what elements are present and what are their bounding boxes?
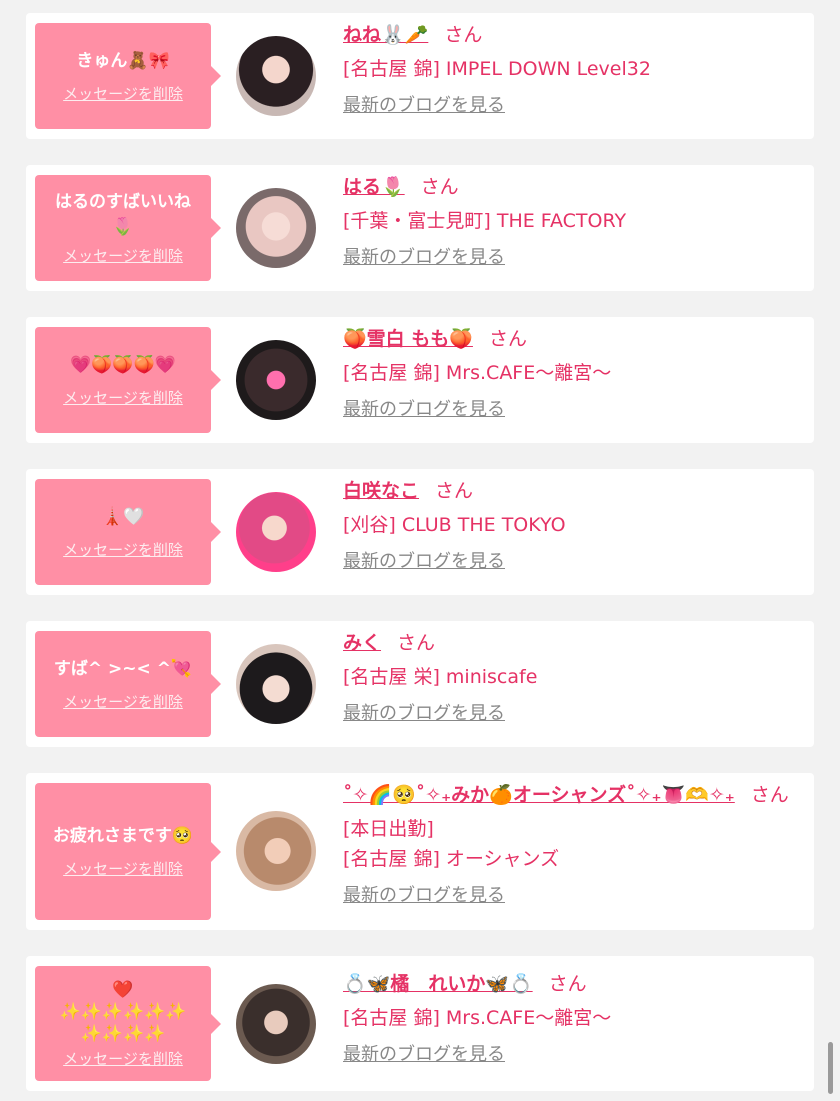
sender-info: ˚✧🌈🥺˚✧₊みか🍊オーシャンズ˚✧₊👅🫶✧₊ さん [本日出勤] [名古屋 錦]… [343,781,804,909]
sender-name-link[interactable]: ねね🐰🥕 [343,24,428,46]
shop-label: [名古屋 錦] Mrs.CAFE〜離宮〜 [343,362,612,384]
sender-info: 💍🦋橘 れいか🦋💍 さん [名古屋 錦] Mrs.CAFE〜離宮〜 最新のブログを… [343,970,804,1068]
avatar[interactable] [236,36,316,116]
latest-blog-link[interactable]: 最新のブログを見る [343,245,505,271]
delete-message-link[interactable]: メッセージを削除 [63,540,183,560]
message-text: きゅん🧸🎀 [76,50,170,71]
message-bubble: きゅん🧸🎀 メッセージを削除 [35,23,221,129]
sender-name-link[interactable]: ˚✧🌈🥺˚✧₊みか🍊オーシャンズ˚✧₊👅🫶✧₊ [343,784,735,806]
delete-message-link[interactable]: メッセージを削除 [63,859,183,879]
sender-info: みく さん [名古屋 栄] miniscafe 最新のブログを見る [343,629,804,727]
honorific: さん [420,176,459,198]
message-bubble: すば^ >~< ^💘 メッセージを削除 [35,631,221,737]
latest-blog-link[interactable]: 最新のブログを見る [343,701,505,727]
latest-blog-link[interactable]: 最新のブログを見る [343,883,505,909]
sender-name-link[interactable]: 💍🦋橘 れいか🦋💍 [343,973,533,995]
sender-info: ねね🐰🥕 さん [名古屋 錦] IMPEL DOWN Level32 最新のブログ… [343,21,804,119]
honorific: さん [750,784,789,806]
sender-info: 白咲なこ さん [刈谷] CLUB THE TOKYO 最新のブログを見る [343,477,804,575]
delete-message-link[interactable]: メッセージを削除 [63,1049,183,1069]
shop-label: [名古屋 錦] オーシャンズ [343,848,560,870]
sender-name-link[interactable]: 白咲なこ [343,480,419,502]
sender-info: 🍑雪白 もも🍑 さん [名古屋 錦] Mrs.CAFE〜離宮〜 最新のブログを見る [343,325,804,423]
status-label: [本日出勤] [343,818,434,840]
latest-blog-link[interactable]: 最新のブログを見る [343,93,505,119]
honorific: さん [444,24,483,46]
message-card: すば^ >~< ^💘 メッセージを削除 みく さん [名古屋 栄] minisca… [26,621,814,747]
shop-label: [千葉・富士見町] THE FACTORY [343,210,627,232]
message-bubble: ❤️ ✨✨✨✨✨✨ ✨✨✨✨ メッセージを削除 [35,966,221,1081]
honorific: さん [548,973,587,995]
shop-label: [刈谷] CLUB THE TOKYO [343,514,566,536]
message-text: 🗼🤍 [101,506,145,527]
message-bubble: 🗼🤍 メッセージを削除 [35,479,221,585]
latest-blog-link[interactable]: 最新のブログを見る [343,1042,505,1068]
shop-label: [名古屋 錦] Mrs.CAFE〜離宮〜 [343,1007,612,1029]
shop-label: [名古屋 錦] IMPEL DOWN Level32 [343,58,651,80]
sender-name-link[interactable]: はる🌷 [343,176,405,198]
latest-blog-link[interactable]: 最新のブログを見る [343,397,505,423]
shop-label: [名古屋 栄] miniscafe [343,666,538,688]
message-bubble: 💗🍑🍑🍑💗 メッセージを削除 [35,327,221,433]
message-card: きゅん🧸🎀 メッセージを削除 ねね🐰🥕 さん [名古屋 錦] IMPEL DOWN… [26,13,814,139]
message-card: 🗼🤍 メッセージを削除 白咲なこ さん [刈谷] CLUB THE TOKYO 最… [26,469,814,595]
sender-name-link[interactable]: みく [343,632,381,654]
sender-info: はる🌷 さん [千葉・富士見町] THE FACTORY 最新のブログを見る [343,173,804,271]
honorific: さん [488,328,527,350]
honorific: さん [397,632,436,654]
message-card: 💗🍑🍑🍑💗 メッセージを削除 🍑雪白 もも🍑 さん [名古屋 錦] Mrs.CAF… [26,317,814,443]
avatar[interactable] [236,340,316,420]
message-bubble: お疲れさまです🥺 メッセージを削除 [35,783,221,920]
avatar[interactable] [236,188,316,268]
message-card: はるのすばいいね 🌷 メッセージを削除 はる🌷 さん [千葉・富士見町] THE … [26,165,814,291]
message-bubble: はるのすばいいね 🌷 メッセージを削除 [35,175,221,281]
scrollbar[interactable] [828,1042,833,1094]
message-text: すば^ >~< ^💘 [53,658,193,679]
latest-blog-link[interactable]: 最新のブログを見る [343,549,505,575]
delete-message-link[interactable]: メッセージを削除 [63,388,183,408]
honorific: さん [435,480,474,502]
message-text: 💗🍑🍑🍑💗 [70,354,176,375]
message-text: はるのすばいいね 🌷 [55,192,191,237]
avatar[interactable] [236,984,316,1064]
delete-message-link[interactable]: メッセージを削除 [63,246,183,266]
delete-message-link[interactable]: メッセージを削除 [63,692,183,712]
avatar[interactable] [236,492,316,572]
sender-name-link[interactable]: 🍑雪白 もも🍑 [343,328,473,350]
delete-message-link[interactable]: メッセージを削除 [63,84,183,104]
message-card: ❤️ ✨✨✨✨✨✨ ✨✨✨✨ メッセージを削除 💍🦋橘 れいか🦋💍 さん [名古屋… [26,956,814,1091]
avatar[interactable] [236,811,316,891]
message-text: お疲れさまです🥺 [52,826,194,846]
avatar[interactable] [236,644,316,724]
message-card: お疲れさまです🥺 メッセージを削除 ˚✧🌈🥺˚✧₊みか🍊オーシャンズ˚✧₊👅🫶✧… [26,773,814,930]
message-text: ❤️ ✨✨✨✨✨✨ ✨✨✨✨ [59,979,187,1044]
